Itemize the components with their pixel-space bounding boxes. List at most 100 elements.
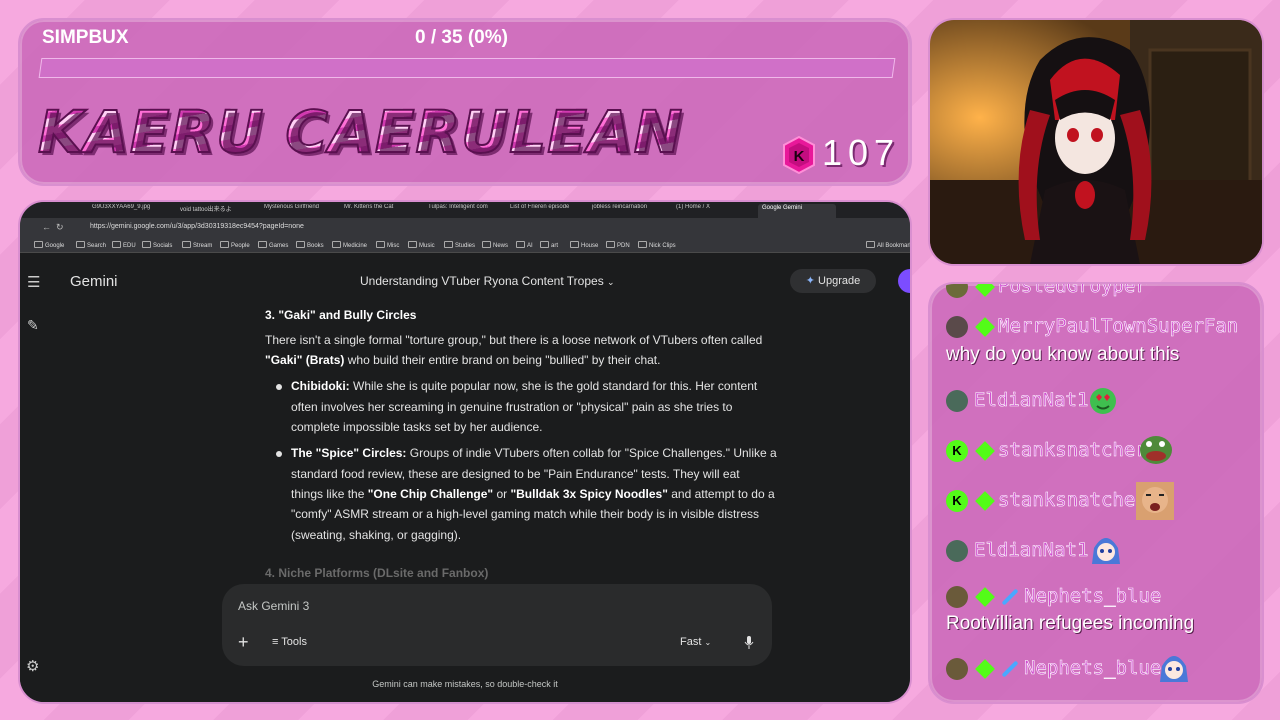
bookmark[interactable]: Socials bbox=[142, 241, 172, 249]
kick-badge-icon: K bbox=[946, 490, 968, 512]
mode-selector[interactable]: Fast ⌄ bbox=[680, 636, 711, 648]
chat-username[interactable]: stanksnatcher bbox=[998, 489, 1147, 512]
chat-title-text[interactable]: Understanding VTuber Ryona Content Trope… bbox=[360, 274, 604, 288]
bookmark[interactable]: Games bbox=[258, 241, 288, 249]
bookmark[interactable]: Medicine bbox=[332, 241, 367, 249]
gemini-sidebar: ☰ ✎ ⚙ bbox=[20, 253, 58, 702]
browser-tab[interactable]: G9U3XXYAA69_9.jpg bbox=[92, 204, 154, 217]
gemini-logo-text[interactable]: Gemini bbox=[70, 273, 118, 290]
channel-title: KAERU CAERULEAN bbox=[37, 97, 684, 167]
browser-tab[interactable]: void tattoo出来るよ bbox=[180, 204, 248, 217]
bullet-1-line-2: often involves her screaming in genuine … bbox=[291, 400, 733, 414]
bookmark[interactable]: Music bbox=[408, 241, 435, 249]
chat-username[interactable]: Nephets_blue bbox=[1024, 657, 1162, 680]
back-icon[interactable]: ← bbox=[42, 222, 51, 232]
reload-icon[interactable]: ↻ bbox=[56, 222, 64, 233]
sub-badge-icon bbox=[975, 284, 995, 297]
avatar[interactable] bbox=[898, 269, 910, 293]
user-avatar bbox=[946, 284, 968, 298]
bullet-1-line-3: complete impossible tasks set by her aud… bbox=[291, 420, 543, 434]
bullet-dot bbox=[276, 451, 282, 457]
intro-line-2: "Gaki" (Brats) who build their entire br… bbox=[265, 350, 660, 371]
browser-tab[interactable]: List of Frieren episode bbox=[510, 204, 578, 217]
bookmark[interactable]: Studies bbox=[444, 241, 475, 249]
bullet-2-line-1: The "Spice" Circles: Groups of indie VTu… bbox=[291, 443, 777, 464]
menu-icon[interactable]: ☰ bbox=[27, 273, 40, 291]
bookmark[interactable]: PDN bbox=[606, 241, 630, 249]
browser-tab[interactable]: Mysterious Girlfriend bbox=[264, 204, 332, 217]
simpbux-progress-bar bbox=[38, 58, 896, 78]
browser-tab[interactable]: Tulpas: Intelligent com bbox=[428, 204, 498, 217]
bullet-dot bbox=[276, 384, 282, 390]
url-text[interactable]: https://gemini.google.com/u/3/app/3d3031… bbox=[90, 223, 304, 230]
sub-badge-icon bbox=[975, 441, 995, 461]
chat-username[interactable]: PostedGroyper bbox=[998, 284, 1147, 297]
tools-icon: ≡ bbox=[272, 636, 279, 648]
bookmark[interactable]: art bbox=[540, 241, 558, 249]
webcam-panel bbox=[928, 18, 1264, 266]
chat-username[interactable]: Nephets_blue bbox=[1024, 585, 1162, 608]
address-bar[interactable]: ← ↻ https://gemini.google.com/u/3/app/3d… bbox=[20, 218, 910, 238]
chat-username[interactable]: stanksnatcher bbox=[998, 439, 1147, 462]
browser-tab[interactable]: (1) Home / X bbox=[676, 204, 744, 217]
simpbux-progress-fill bbox=[39, 59, 43, 77]
bookmark[interactable]: Google bbox=[34, 241, 64, 249]
chat-username[interactable]: EldianNat1 bbox=[974, 389, 1089, 412]
simpbux-label: SIMPBUX bbox=[42, 27, 129, 48]
chat-message-text: why do you know about this bbox=[946, 344, 1180, 365]
mode-label: Fast bbox=[680, 636, 702, 648]
bullet-2-line-3: things like the "One Chip Challenge" or … bbox=[291, 484, 775, 505]
bookmark[interactable]: Nick Clips bbox=[638, 241, 676, 249]
user-avatar bbox=[946, 540, 968, 562]
intro-bold: "Gaki" (Brats) bbox=[265, 353, 345, 367]
bookmark[interactable]: Search bbox=[76, 241, 106, 249]
microphone-icon[interactable] bbox=[744, 636, 754, 650]
chevron-down-icon[interactable]: ⌄ bbox=[607, 277, 615, 287]
sword-badge-icon bbox=[1001, 588, 1019, 606]
anime-girl-emote-icon bbox=[1092, 538, 1120, 564]
browser-tab-active[interactable]: Google Gemini bbox=[758, 204, 836, 219]
browser-tab[interactable]: jobless reincarnation bbox=[592, 204, 664, 217]
new-chat-icon[interactable]: ✎ bbox=[27, 317, 39, 334]
upgrade-button[interactable]: ✦ Upgrade bbox=[790, 269, 876, 293]
bookmark[interactable]: All Bookmarks bbox=[866, 241, 910, 249]
bold-span: "One Chip Challenge" bbox=[367, 487, 494, 501]
text-span: or bbox=[493, 487, 511, 501]
chat-message-text: Rootvillian refugees incoming bbox=[946, 613, 1195, 634]
sub-badge-icon bbox=[975, 491, 995, 511]
bookmark[interactable]: EDU bbox=[112, 241, 136, 249]
chat-username[interactable]: EldianNat1 bbox=[974, 539, 1089, 562]
simpbux-progress-text: 0 / 35 (0%) bbox=[415, 27, 508, 48]
bullet-1-text: While she is quite popular now, she is t… bbox=[349, 379, 758, 393]
chat-message: Nephets_blue bbox=[946, 582, 1246, 612]
anime-girl-emote-icon bbox=[1160, 656, 1188, 682]
bookmark[interactable]: AI bbox=[516, 241, 533, 249]
chat-username[interactable]: MerryPaulTownSuperFan bbox=[998, 315, 1239, 338]
chat-title[interactable]: Understanding VTuber Ryona Content Trope… bbox=[360, 274, 615, 288]
bookmark[interactable]: Stream bbox=[182, 241, 212, 249]
bookmark[interactable]: House bbox=[570, 241, 598, 249]
face-emote-icon bbox=[1136, 482, 1174, 520]
sword-badge-icon bbox=[1001, 660, 1019, 678]
add-icon[interactable]: + bbox=[238, 632, 249, 653]
settings-gear-icon[interactable]: ⚙ bbox=[26, 657, 39, 675]
tab-strip: G9U3XXYAA69_9.jpg void tattoo出来るよ Myster… bbox=[20, 202, 910, 219]
chat-message: Nephets_blue bbox=[946, 654, 1246, 684]
bold-span: "Bulldak 3x Spicy Noodles" bbox=[510, 487, 668, 501]
browser-tab[interactable]: Mr. Kittens the Cat bbox=[344, 204, 414, 217]
simpbux-panel: SIMPBUX 0 / 35 (0%) KAERU CAERULEAN K 10… bbox=[18, 18, 912, 186]
section-heading: 3. "Gaki" and Bully Circles bbox=[265, 308, 417, 322]
text-span: things like the bbox=[291, 487, 368, 501]
bookmark[interactable]: News bbox=[482, 241, 508, 249]
bookmark[interactable]: Books bbox=[296, 241, 324, 249]
user-avatar bbox=[946, 316, 968, 338]
bookmark[interactable]: People bbox=[220, 241, 250, 249]
sub-badge-icon bbox=[975, 587, 995, 607]
prompt-input-box[interactable]: Ask Gemini 3 + ≡ Tools Fast ⌄ bbox=[222, 584, 772, 666]
prompt-input[interactable]: Ask Gemini 3 bbox=[238, 599, 309, 613]
sub-badge-icon bbox=[975, 659, 995, 679]
tools-button[interactable]: ≡ Tools bbox=[272, 636, 307, 648]
bookmark[interactable]: Misc bbox=[376, 241, 399, 249]
coin-count: 107 bbox=[822, 132, 901, 173]
user-avatar bbox=[946, 390, 968, 412]
